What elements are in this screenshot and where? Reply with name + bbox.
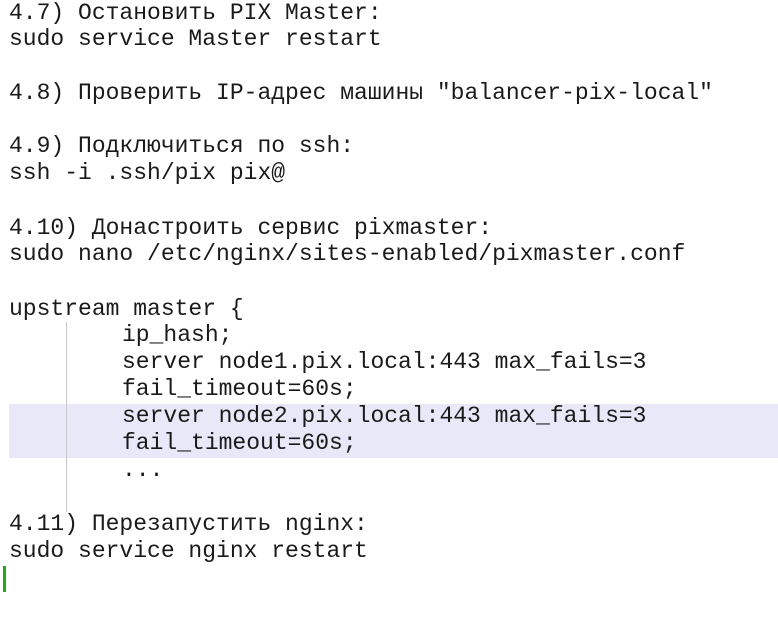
line-text: ssh -i .ssh/pix pix@: [9, 160, 286, 186]
editor-line[interactable]: upstream master {: [0, 296, 778, 323]
editor-line[interactable]: sudo service nginx restart: [0, 538, 778, 565]
editor-line[interactable]: 4.8) Проверить IP-адрес машины "balancer…: [0, 80, 778, 107]
editor-line[interactable]: 4.11) Перезапустить nginx:: [0, 511, 778, 538]
line-text: sudo service Master restart: [9, 26, 382, 52]
line-text: upstream master {: [9, 296, 244, 322]
editor-line[interactable]: ...: [0, 457, 778, 484]
editor-line[interactable]: server node1.pix.local:443 max_fails=3: [0, 349, 778, 376]
line-text: fail_timeout=60s;: [122, 430, 357, 456]
line-text: ip_hash;: [122, 322, 233, 348]
line-text: sudo nano /etc/nginx/sites-enabled/pixma…: [9, 241, 686, 267]
editor-line[interactable]: ssh -i .ssh/pix pix@: [0, 160, 778, 187]
editor-line[interactable]: fail_timeout=60s;: [0, 430, 778, 457]
editor-line[interactable]: server node2.pix.local:443 max_fails=3: [0, 403, 778, 430]
line-text: server node2.pix.local:443 max_fails=3: [122, 403, 647, 429]
editor-line[interactable]: 4.7) Остановить PIX Master:: [0, 0, 778, 27]
line-text: 4.7) Остановить PIX Master:: [9, 0, 382, 26]
line-text: 4.11) Перезапустить nginx:: [9, 511, 368, 537]
editor-line[interactable]: 4.9) Подключиться по ssh:: [0, 133, 778, 160]
line-text: ...: [122, 457, 164, 483]
editor-line[interactable]: sudo service Master restart: [0, 26, 778, 53]
editor-line[interactable]: ip_hash;: [0, 322, 778, 349]
editor-line[interactable]: fail_timeout=60s;: [0, 376, 778, 403]
line-text: 4.10) Донастроить сервис pixmaster:: [9, 215, 493, 241]
text-editor[interactable]: 4.7) Остановить PIX Master: sudo service…: [0, 0, 778, 592]
line-text: sudo service nginx restart: [9, 538, 368, 564]
line-text: fail_timeout=60s;: [122, 376, 357, 402]
line-text: 4.8) Проверить IP-адрес машины "balancer…: [9, 80, 713, 106]
text-cursor: [3, 566, 6, 592]
editor-line[interactable]: 4.10) Донастроить сервис pixmaster:: [0, 215, 778, 242]
line-text: 4.9) Подключиться по ssh:: [9, 133, 355, 159]
editor-line[interactable]: sudo nano /etc/nginx/sites-enabled/pixma…: [0, 241, 778, 268]
line-text: server node1.pix.local:443 max_fails=3: [122, 349, 647, 375]
